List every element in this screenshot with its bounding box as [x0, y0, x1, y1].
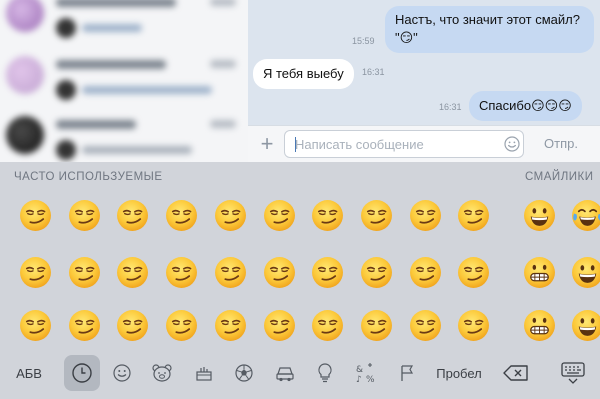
- svg-text:&: &: [356, 365, 363, 375]
- smirking-face-emoji[interactable]: [457, 199, 490, 232]
- avatar: [6, 116, 44, 154]
- grinning-face-emoji[interactable]: [523, 199, 556, 232]
- smiley-icon[interactable]: [107, 351, 137, 395]
- hide-keyboard-icon[interactable]: [556, 351, 590, 395]
- message-bubble-incoming[interactable]: Я тебя выебу: [253, 59, 354, 89]
- avatar-small: [56, 18, 76, 38]
- smirking-face-emoji[interactable]: [263, 256, 296, 289]
- food-cake-icon[interactable]: [189, 351, 219, 395]
- smirking-face-emoji[interactable]: [409, 309, 442, 342]
- section-title-frequent: ЧАСТО ИСПОЛЬЗУЕМЫЕ: [14, 171, 163, 183]
- dialog-list: [0, 0, 248, 162]
- dialog-item[interactable]: [0, 0, 248, 48]
- smirking-face-emoji[interactable]: [19, 309, 52, 342]
- smirking-face-emoji[interactable]: [214, 256, 247, 289]
- smirking-face-emoji[interactable]: [263, 199, 296, 232]
- recent-clock-icon[interactable]: [64, 351, 100, 395]
- smirking-face-emoji[interactable]: [311, 199, 344, 232]
- grimacing-face-emoji[interactable]: [523, 309, 556, 342]
- dialog-item[interactable]: [0, 110, 248, 162]
- animal-bear-icon[interactable]: [147, 351, 177, 395]
- avatar: [6, 0, 44, 32]
- smirking-face-emoji[interactable]: [165, 199, 198, 232]
- grinning-face-emoji[interactable]: [571, 309, 600, 342]
- smirking-face-emoji[interactable]: [68, 199, 101, 232]
- smirking-face-emoji[interactable]: [214, 309, 247, 342]
- ball-icon[interactable]: [229, 351, 259, 395]
- section-title-smileys: СМАЙЛИКИ: [525, 171, 594, 183]
- message-time: 16:31: [362, 67, 385, 77]
- svg-text:♪: ♪: [356, 375, 362, 384]
- grimacing-face-emoji[interactable]: [523, 256, 556, 289]
- send-button[interactable]: Отпр.: [544, 136, 578, 151]
- message-bubble-outgoing[interactable]: Настъ, что значит этот смайл? "😏": [385, 6, 594, 53]
- smirking-face-emoji[interactable]: [165, 309, 198, 342]
- dialog-preview: [82, 86, 212, 94]
- smirking-face-emoji[interactable]: [360, 309, 393, 342]
- message-input[interactable]: [284, 130, 524, 158]
- abc-keyboard-button[interactable]: АБВ: [8, 351, 50, 395]
- svg-text:%: %: [366, 375, 375, 384]
- message-text: Спасибо😏😏😏: [479, 98, 572, 113]
- messenger-view: Настъ, что значит этот смайл? "😏" 15:59 …: [0, 0, 600, 162]
- smirking-face-emoji[interactable]: [457, 309, 490, 342]
- smirking-face-emoji[interactable]: [116, 199, 149, 232]
- tears-of-joy-face-emoji[interactable]: [571, 199, 600, 232]
- smirking-face-emoji[interactable]: [19, 199, 52, 232]
- message-text: "😏": [395, 30, 418, 45]
- avatar-small: [56, 140, 76, 160]
- dialog-time: [210, 120, 236, 128]
- dialog-time: [210, 0, 236, 6]
- smirking-face-emoji[interactable]: [263, 309, 296, 342]
- dialog-time: [210, 60, 236, 68]
- message-text: Настъ, что значит этот смайл?: [395, 12, 580, 27]
- smirking-face-emoji[interactable]: [116, 309, 149, 342]
- smirking-face-emoji[interactable]: [68, 309, 101, 342]
- avatar-small: [56, 80, 76, 100]
- smirking-face-emoji[interactable]: [409, 256, 442, 289]
- dialog-item[interactable]: [0, 50, 248, 110]
- dialog-name: [56, 0, 176, 7]
- chat-history: Настъ, что значит этот смайл? "😏" 15:59 …: [248, 0, 600, 125]
- emoji-toggle-icon[interactable]: [504, 136, 520, 152]
- smirking-face-emoji[interactable]: [214, 199, 247, 232]
- dialog-name: [56, 60, 166, 69]
- smirking-face-emoji[interactable]: [19, 256, 52, 289]
- attach-plus-icon[interactable]: +: [258, 131, 276, 157]
- dialog-preview: [82, 24, 142, 32]
- smirking-face-emoji[interactable]: [311, 309, 344, 342]
- smirking-face-emoji[interactable]: [457, 256, 490, 289]
- smirking-face-emoji[interactable]: [360, 199, 393, 232]
- message-bubble-outgoing[interactable]: Спасибо😏😏😏: [469, 91, 582, 121]
- smirking-face-emoji[interactable]: [165, 256, 198, 289]
- flag-icon[interactable]: [392, 351, 422, 395]
- grinning-face-emoji[interactable]: [571, 256, 600, 289]
- avatar: [6, 56, 44, 94]
- dialog-name: [56, 120, 136, 129]
- symbols-icon[interactable]: & ♪%: [350, 351, 382, 395]
- message-time: 15:59: [352, 36, 375, 46]
- lightbulb-icon[interactable]: [310, 351, 340, 395]
- text-caret: [295, 137, 296, 152]
- smirking-face-emoji[interactable]: [68, 256, 101, 289]
- smirking-face-emoji[interactable]: [116, 256, 149, 289]
- space-button[interactable]: Пробел: [428, 351, 490, 395]
- dialog-preview: [82, 146, 192, 154]
- keyboard-category-bar: АБВ & ♪% Пробел: [0, 351, 600, 399]
- backspace-icon[interactable]: [498, 351, 534, 395]
- message-text: Я тебя выебу: [263, 66, 344, 81]
- smirking-face-emoji[interactable]: [360, 256, 393, 289]
- smirking-face-emoji[interactable]: [311, 256, 344, 289]
- smirking-face-emoji[interactable]: [409, 199, 442, 232]
- message-composer: + Отпр.: [248, 125, 600, 162]
- car-icon[interactable]: [270, 351, 300, 395]
- message-time: 16:31: [439, 102, 462, 112]
